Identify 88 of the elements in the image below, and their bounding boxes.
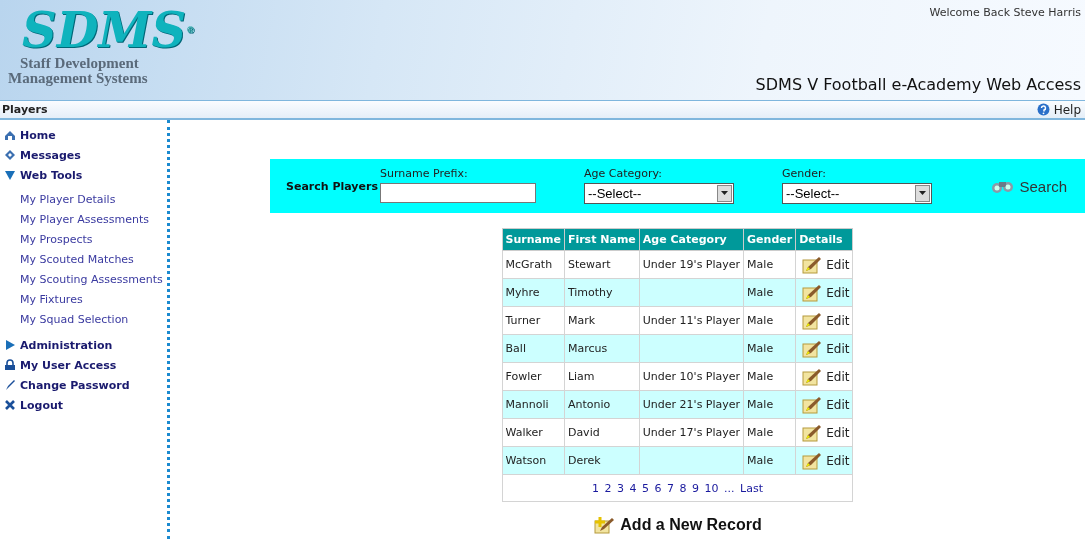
plus-pencil-icon bbox=[593, 516, 616, 534]
page-link[interactable]: 2 bbox=[604, 481, 612, 495]
pencil-icon bbox=[802, 283, 823, 302]
select-field[interactable]: --Select-- bbox=[782, 182, 932, 204]
table-cell: Under 11's Player bbox=[642, 314, 741, 327]
add-record-button[interactable]: Add a New Record bbox=[593, 516, 762, 534]
page-link[interactable]: 6 bbox=[654, 481, 662, 495]
logo: SDMS® bbox=[21, 4, 196, 56]
table-cell: Under 19's Player bbox=[642, 258, 741, 271]
dropdown-arrow-icon bbox=[919, 191, 926, 195]
table-cell: Under 21's Player bbox=[642, 398, 741, 411]
table-cell: Male bbox=[747, 286, 774, 299]
field-label: Gender: bbox=[782, 166, 828, 180]
table-cell: Under 10's Player bbox=[642, 370, 741, 383]
sidebar-item[interactable]: Administration bbox=[0, 335, 167, 355]
table-cell: Mark bbox=[567, 314, 596, 327]
page-link[interactable]: 4 bbox=[629, 481, 637, 495]
section-title: Players bbox=[2, 103, 48, 116]
pencil-icon bbox=[802, 367, 823, 386]
table-cell: Turner bbox=[505, 314, 541, 327]
table-cell: David bbox=[567, 426, 600, 439]
page-link[interactable]: 3 bbox=[617, 481, 625, 495]
column-header: Age Category bbox=[639, 228, 744, 251]
page-link[interactable]: 9 bbox=[692, 481, 700, 495]
column-header: Surname bbox=[502, 228, 565, 251]
sidebar-subitem[interactable]: My Player Assessments bbox=[20, 210, 149, 230]
page-link[interactable]: 10 bbox=[704, 481, 719, 495]
help-icon bbox=[1036, 103, 1050, 116]
table-cell: Fowler bbox=[505, 370, 542, 383]
logo-subtitle: Management Systems bbox=[8, 71, 148, 86]
select-field[interactable]: --Select-- bbox=[584, 182, 734, 204]
table-cell: Antonio bbox=[567, 398, 611, 411]
page-link[interactable]: Last bbox=[740, 481, 763, 495]
table-cell: Walker bbox=[505, 426, 543, 439]
dropdown-arrow-icon bbox=[721, 191, 728, 195]
column-header: Gender bbox=[743, 228, 796, 251]
page-link[interactable]: 5 bbox=[642, 481, 650, 495]
app-title: SDMS V Football e-Academy Web Access bbox=[755, 75, 1081, 94]
sidebar-item[interactable]: Logout bbox=[0, 395, 167, 415]
logo-subtitle: Staff Development bbox=[19, 56, 139, 71]
page-link[interactable]: 7 bbox=[667, 481, 675, 495]
table-cell: Myhre bbox=[505, 286, 540, 299]
table-cell: Timothy bbox=[567, 286, 613, 299]
column-header: First Name bbox=[564, 228, 640, 251]
table-cell: Marcus bbox=[567, 342, 608, 355]
pencil-icon bbox=[802, 395, 823, 414]
pencil-icon bbox=[802, 311, 823, 330]
table-cell: Male bbox=[747, 426, 774, 439]
sidebar-item[interactable]: My User Access bbox=[0, 355, 167, 375]
search-title: Search Players bbox=[286, 179, 379, 193]
pencil-icon bbox=[802, 451, 823, 470]
table-cell: Male bbox=[747, 314, 774, 327]
sidebar-item[interactable]: Change Password bbox=[0, 375, 167, 395]
table-cell: Male bbox=[747, 454, 774, 467]
welcome-text: Welcome Back Steve Harris bbox=[929, 6, 1081, 19]
sidebar-subitem[interactable]: My Player Details bbox=[20, 190, 116, 210]
sidebar-item[interactable]: Home bbox=[0, 125, 167, 145]
pencil-icon bbox=[802, 339, 823, 358]
search-button[interactable]: Search bbox=[991, 177, 1067, 195]
table-cell: Watson bbox=[505, 454, 547, 467]
table-cell: Male bbox=[747, 258, 774, 271]
table-cell: Liam bbox=[567, 370, 595, 383]
input-field[interactable] bbox=[380, 183, 536, 203]
page-link[interactable]: 8 bbox=[679, 481, 687, 495]
field-label: Age Category: bbox=[584, 166, 663, 180]
table-cell: Male bbox=[747, 370, 774, 383]
table-cell: Stewart bbox=[567, 258, 611, 271]
table-cell: McGrath bbox=[505, 258, 553, 271]
table-cell: Male bbox=[747, 342, 774, 355]
sidebar-subitem[interactable]: My Scouted Matches bbox=[20, 250, 134, 270]
page-link[interactable]: 1 bbox=[592, 481, 600, 495]
column-header: Details bbox=[795, 228, 853, 251]
pencil-icon bbox=[802, 255, 823, 274]
table-cell: Ball bbox=[505, 342, 526, 355]
help-link[interactable]: Help bbox=[1036, 102, 1081, 117]
sidebar-subitem[interactable]: My Scouting Assessments bbox=[20, 270, 163, 290]
sidebar-subitem[interactable]: My Fixtures bbox=[20, 290, 83, 310]
table-cell: Derek bbox=[567, 454, 601, 467]
table-cell: Male bbox=[747, 398, 774, 411]
sidebar-subitem[interactable]: My Prospects bbox=[20, 230, 93, 250]
page-link[interactable]: ... bbox=[724, 481, 735, 495]
sidebar-item[interactable]: Messages bbox=[0, 145, 167, 165]
table-cell: Mannoli bbox=[505, 398, 549, 411]
pencil-icon bbox=[802, 423, 823, 442]
sidebar-subitem[interactable]: My Squad Selection bbox=[20, 310, 129, 330]
table-cell: Under 17's Player bbox=[642, 426, 741, 439]
field-label: Surname Prefix: bbox=[380, 167, 469, 180]
sidebar-item[interactable]: Web Tools bbox=[0, 165, 167, 185]
